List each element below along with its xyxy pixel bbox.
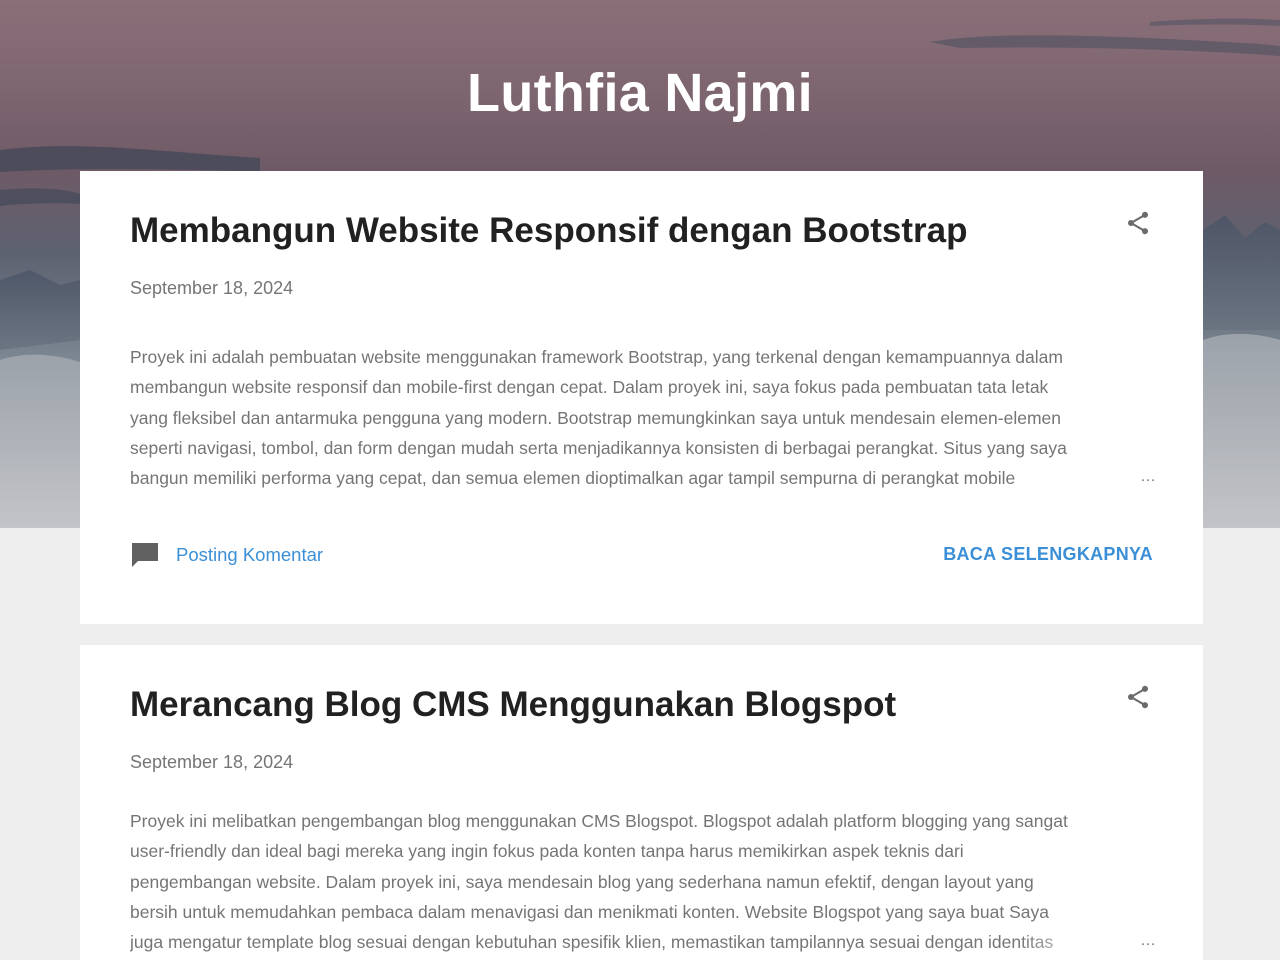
- post-comment-link[interactable]: Posting Komentar: [130, 541, 323, 569]
- share-button[interactable]: [1124, 209, 1152, 237]
- snippet-line: seperti navigasi, tombol, dan form denga…: [130, 437, 1067, 458]
- snippet-line: Proyek ini adalah pembuatan website meng…: [130, 347, 1063, 367]
- snippet-line: bangun memiliki performa yang cepat, dan…: [130, 468, 1016, 489]
- snippet-line: juga mengatur template blog sesuai denga…: [130, 932, 1054, 953]
- snippet-line: Proyek ini melibatkan pengembangan blog …: [130, 811, 1068, 831]
- snippet-fade: [1018, 928, 1158, 958]
- post-title[interactable]: Merancang Blog CMS Menggunakan Blogspot: [130, 685, 896, 725]
- post-title[interactable]: Membangun Website Responsif dengan Boots…: [130, 211, 967, 251]
- snippet-ellipsis: …: [1140, 468, 1156, 485]
- post-snippet: Proyek ini adalah pembuatan website meng…: [130, 342, 1158, 494]
- share-button[interactable]: [1124, 683, 1152, 711]
- comment-icon: [132, 543, 158, 567]
- snippet-line: bersih untuk memudahkan pembaca dalam me…: [130, 901, 1049, 922]
- post-date[interactable]: September 18, 2024: [130, 752, 293, 773]
- post-snippet: Proyek ini melibatkan pengembangan blog …: [130, 806, 1158, 958]
- post-card: Membangun Website Responsif dengan Boots…: [80, 171, 1203, 624]
- snippet-line: yang fleksibel dan antarmuka pengguna ya…: [130, 407, 1061, 428]
- snippet-ellipsis: …: [1140, 932, 1156, 949]
- snippet-line: membangun website responsif dan mobile-f…: [130, 377, 1049, 398]
- comment-link-label[interactable]: Posting Komentar: [176, 544, 323, 566]
- post-date[interactable]: September 18, 2024: [130, 278, 293, 299]
- read-more-link[interactable]: BACA SELENGKAPNYA: [943, 544, 1153, 565]
- snippet-line: user-friendly dan ideal bagi mereka yang…: [130, 841, 964, 862]
- share-icon: [1127, 211, 1149, 235]
- post-card: Merancang Blog CMS Menggunakan Blogspot …: [80, 645, 1203, 960]
- snippet-fade: [1018, 464, 1158, 494]
- blog-title[interactable]: Luthfia Najmi: [0, 62, 1280, 124]
- snippet-line: pengembangan website. Dalam proyek ini, …: [130, 871, 1034, 892]
- share-icon: [1127, 685, 1149, 709]
